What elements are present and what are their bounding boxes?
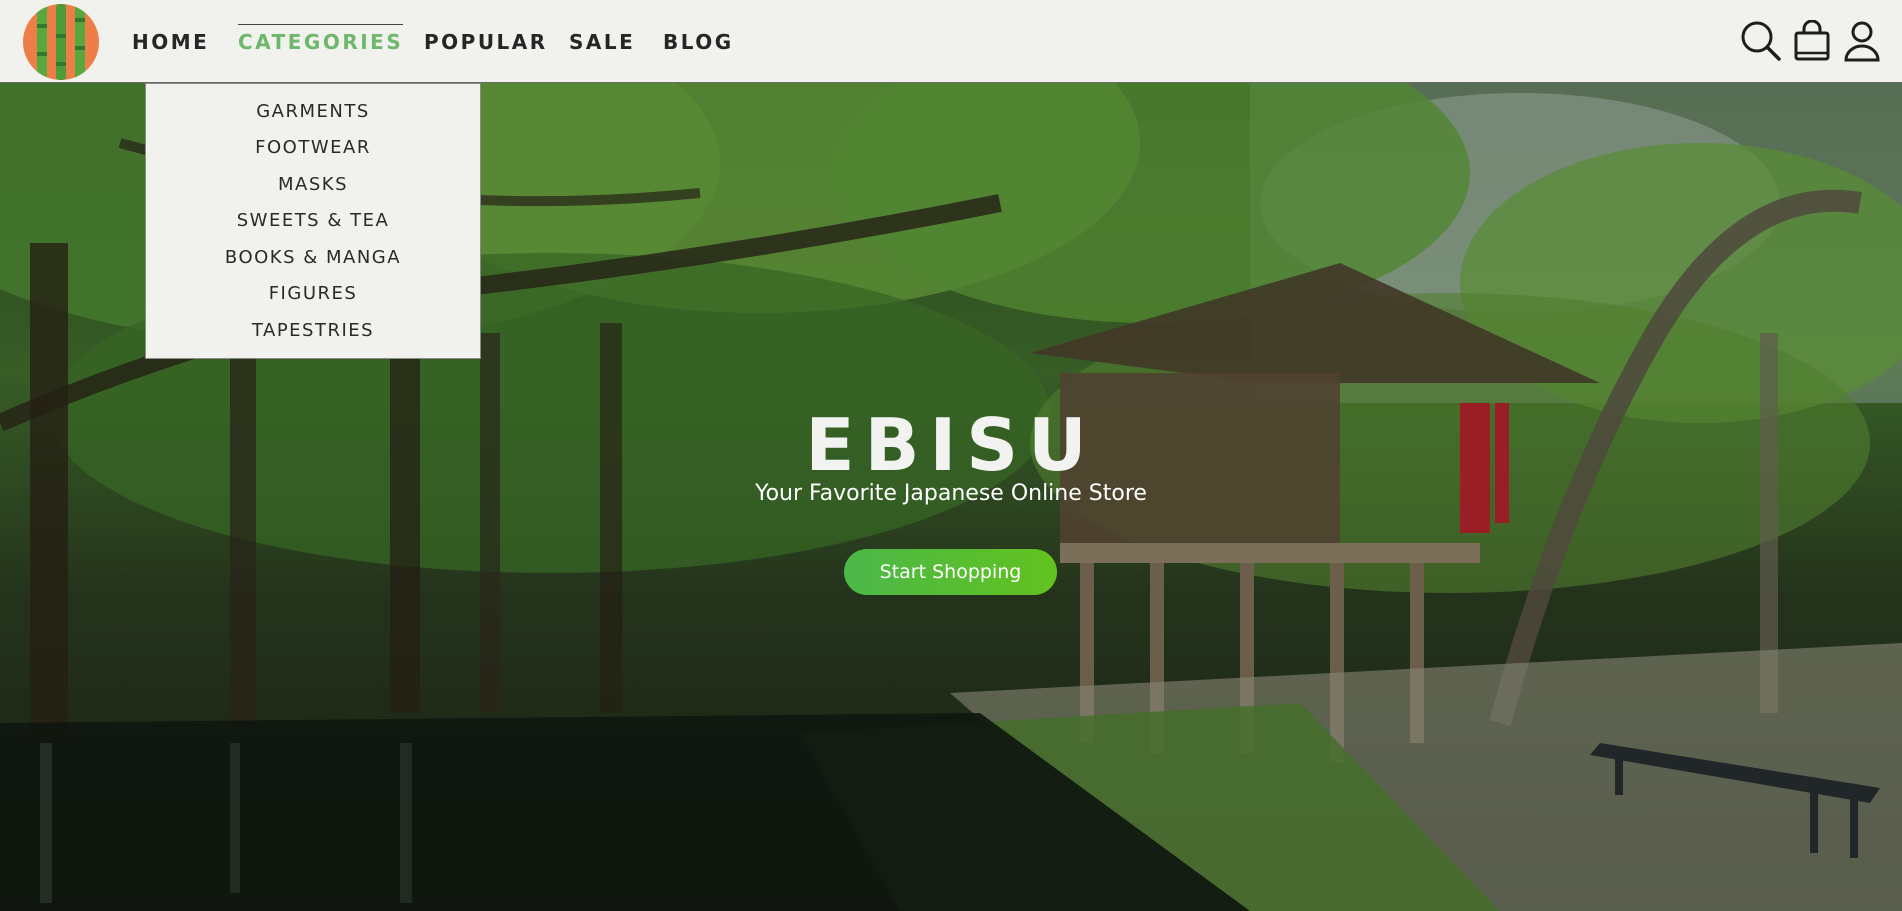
- categories-dropdown: GARMENTS FOOTWEAR MASKS SWEETS & TEA BOO…: [145, 83, 481, 359]
- dropdown-item-figures[interactable]: FIGURES: [146, 283, 480, 304]
- shopping-bag-icon[interactable]: [1793, 20, 1831, 62]
- nav-popular[interactable]: POPULAR: [424, 30, 548, 54]
- nav-categories[interactable]: CATEGORIES: [238, 24, 404, 54]
- dropdown-item-tapestries[interactable]: TAPESTRIES: [146, 320, 480, 341]
- start-shopping-button[interactable]: Start Shopping: [844, 549, 1057, 595]
- dropdown-item-sweets-tea[interactable]: SWEETS & TEA: [146, 210, 480, 231]
- bamboo-logo-icon[interactable]: [23, 4, 99, 80]
- dropdown-item-books-manga[interactable]: BOOKS & MANGA: [146, 247, 480, 268]
- hero-title: EBISU: [805, 403, 1097, 487]
- hero-subtitle: Your Favorite Japanese Online Store: [755, 481, 1147, 506]
- search-icon[interactable]: [1740, 20, 1782, 62]
- nav-blog[interactable]: BLOG: [663, 30, 734, 54]
- nav-home[interactable]: HOME: [132, 30, 209, 54]
- user-icon[interactable]: [1843, 20, 1881, 62]
- dropdown-item-masks[interactable]: MASKS: [146, 174, 480, 195]
- nav-sale[interactable]: SALE: [569, 30, 635, 54]
- dropdown-item-garments[interactable]: GARMENTS: [146, 101, 480, 122]
- site-header: HOME CATEGORIES POPULAR SALE BLOG: [0, 0, 1902, 83]
- dropdown-item-footwear[interactable]: FOOTWEAR: [146, 137, 480, 158]
